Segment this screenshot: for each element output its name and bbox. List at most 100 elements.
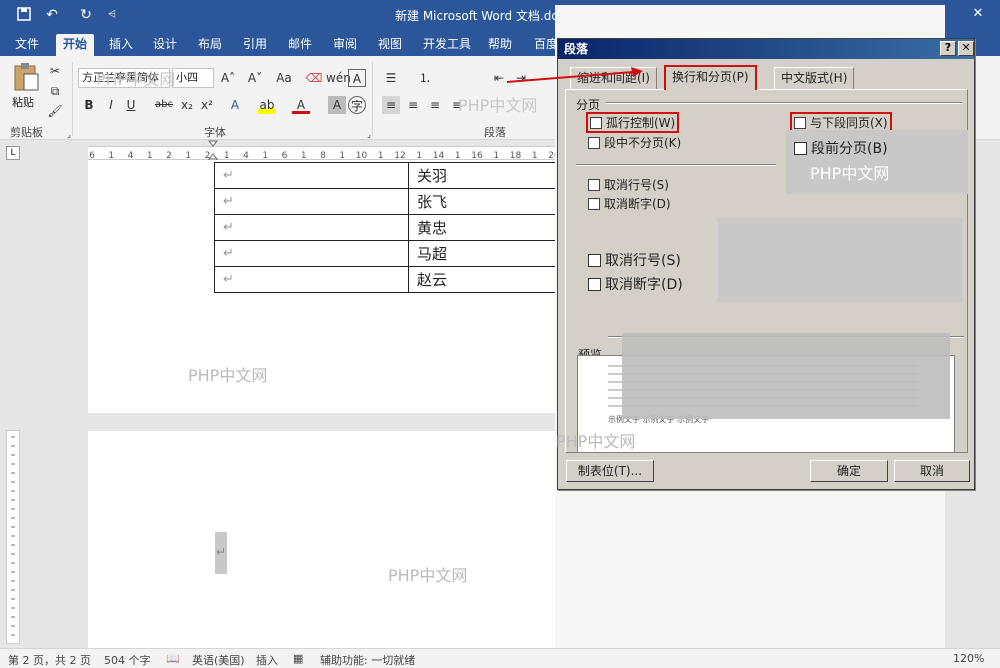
italic-button[interactable]: I bbox=[102, 96, 120, 114]
tab-references[interactable]: 引用 bbox=[236, 34, 274, 56]
page-count[interactable]: 第 2 页，共 2 页 bbox=[8, 652, 91, 668]
dont-hyphenate-label: 取消断字(D) bbox=[604, 197, 671, 211]
insert-mode[interactable]: 插入 bbox=[256, 652, 278, 668]
highlight-icon[interactable]: ab bbox=[258, 96, 276, 114]
dont-hyphenate-checkbox[interactable]: 取消断字(D) bbox=[588, 195, 671, 212]
align-center-icon[interactable]: ≡ bbox=[404, 96, 422, 114]
watermark-text: PHP中文网 bbox=[96, 70, 176, 89]
tab-layout[interactable]: 布局 bbox=[191, 34, 229, 56]
tab-design[interactable]: 设计 bbox=[146, 34, 184, 56]
keep-lines-together-checkbox[interactable]: 段中不分页(K) bbox=[588, 134, 681, 151]
table-cell-empty[interactable]: ↵ bbox=[214, 162, 409, 189]
format-painter-icon[interactable]: 🖌 bbox=[46, 102, 64, 120]
clear-format-icon[interactable]: ⌫ bbox=[305, 69, 323, 87]
table-cell-empty[interactable]: ↵ bbox=[214, 266, 409, 293]
font-launcher-icon[interactable]: ⌟ bbox=[360, 126, 378, 144]
clipboard-group-label: 剪贴板 bbox=[10, 126, 43, 139]
shrink-font-icon[interactable]: A˅ bbox=[246, 69, 264, 87]
suppress-line-numbers-checkbox[interactable]: 取消行号(S) bbox=[588, 176, 669, 193]
tab-mailings[interactable]: 邮件 bbox=[281, 34, 319, 56]
checkbox-box[interactable] bbox=[588, 277, 601, 291]
language-indicator[interactable]: 英语(美国) bbox=[192, 652, 245, 668]
paste-icon[interactable] bbox=[12, 62, 42, 96]
save-icon[interactable] bbox=[16, 7, 32, 23]
table-cell-name[interactable]: 张飞 bbox=[408, 188, 559, 215]
checkbox-box[interactable] bbox=[588, 253, 601, 267]
indent-marker-icon[interactable] bbox=[207, 140, 219, 163]
help-button[interactable]: ? bbox=[940, 41, 956, 56]
font-size-select[interactable]: 小四 bbox=[172, 68, 214, 88]
ok-button[interactable]: 确定 bbox=[810, 460, 888, 482]
dont-hyphenate-large-checkbox[interactable]: 取消断字(D) bbox=[588, 274, 683, 294]
clipboard-launcher-icon[interactable]: ⌟ bbox=[60, 126, 78, 144]
name-table[interactable]: ↵ 关羽 ↵ 张飞 ↵ 黄忠 ↵ 马超 ↵ 赵云 bbox=[214, 162, 559, 293]
horizontal-ruler[interactable]: 6141212141618110112114116118120 bbox=[88, 146, 560, 161]
underline-button[interactable]: U bbox=[122, 96, 140, 114]
char-shading-icon[interactable]: A bbox=[328, 96, 346, 114]
watermark-text: PHP中文网 bbox=[188, 366, 268, 385]
checkbox-box[interactable] bbox=[794, 141, 807, 155]
page-break-before-checkbox[interactable]: 段前分页(B) bbox=[794, 138, 888, 158]
word-count[interactable]: 504 个字 bbox=[104, 652, 151, 668]
suppress-line-numbers-large-label: 取消行号(S) bbox=[605, 253, 681, 269]
align-right-icon[interactable]: ≡ bbox=[426, 96, 444, 114]
zoom-level[interactable]: 120% bbox=[953, 652, 984, 665]
macro-icon[interactable]: ▦ bbox=[293, 652, 303, 665]
table-cell-empty[interactable]: ↵ bbox=[214, 214, 409, 241]
table-cell-empty[interactable]: ↵ bbox=[214, 188, 409, 215]
close-icon[interactable]: ✕ bbox=[958, 6, 998, 21]
tab-selector-icon[interactable]: L bbox=[6, 146, 20, 160]
suppress-line-numbers-large-checkbox[interactable]: 取消行号(S) bbox=[588, 250, 681, 270]
widow-control-checkbox[interactable]: 孤行控制(W) bbox=[586, 112, 680, 133]
table-cell-name[interactable]: 黄忠 bbox=[408, 214, 559, 241]
customize-icon[interactable]: ⩤ bbox=[104, 7, 120, 23]
dialog-close-button[interactable]: ✕ bbox=[958, 41, 974, 56]
superscript-button[interactable]: x² bbox=[198, 96, 216, 114]
page2-paragraph-mark[interactable]: ↵ bbox=[215, 532, 227, 574]
tab-insert[interactable]: 插入 bbox=[102, 34, 140, 56]
enclose-char-icon[interactable]: 字 bbox=[348, 96, 366, 114]
grow-font-icon[interactable]: A˄ bbox=[219, 69, 237, 87]
table-cell-empty[interactable]: ↵ bbox=[214, 240, 409, 267]
paste-button[interactable]: 粘贴 bbox=[12, 94, 34, 110]
tab-line-page-breaks[interactable]: 换行和分页(P) bbox=[664, 65, 757, 90]
checkbox-box[interactable] bbox=[588, 197, 600, 210]
checkbox-box[interactable] bbox=[588, 178, 600, 191]
document-page-2[interactable] bbox=[88, 431, 558, 649]
tab-home[interactable]: 开始 bbox=[56, 34, 95, 56]
tab-asian-typography[interactable]: 中文版式(H) bbox=[774, 67, 855, 89]
accessibility-status[interactable]: 辅助功能: 一切就绪 bbox=[320, 652, 415, 668]
strikethrough-button[interactable]: abc bbox=[152, 96, 176, 114]
table-row: ↵ 马超 bbox=[214, 240, 559, 267]
tab-file[interactable]: 文件 bbox=[8, 34, 46, 56]
bold-button[interactable]: B bbox=[80, 96, 98, 114]
numbering-icon[interactable]: ⒈ bbox=[416, 69, 434, 87]
checkbox-box[interactable] bbox=[588, 136, 600, 149]
checkbox-box[interactable] bbox=[590, 116, 602, 129]
phonetic-guide-icon[interactable]: wén bbox=[326, 69, 351, 87]
cancel-button[interactable]: 取消 bbox=[894, 460, 970, 482]
tab-help[interactable]: 帮助 bbox=[481, 34, 519, 56]
font-color-icon[interactable]: A bbox=[292, 96, 310, 114]
undo-icon[interactable]: ↶ bbox=[44, 7, 60, 23]
checkbox-box[interactable] bbox=[794, 116, 806, 129]
tab-developer[interactable]: 开发工具 bbox=[416, 34, 478, 56]
tab-review[interactable]: 审阅 bbox=[326, 34, 364, 56]
annotation-arrow-icon bbox=[506, 67, 643, 83]
tabs-button[interactable]: 制表位(T)... bbox=[566, 460, 654, 482]
table-cell-name[interactable]: 赵云 bbox=[408, 266, 559, 293]
cut-icon[interactable]: ✂ bbox=[46, 62, 64, 80]
char-border-icon[interactable]: A bbox=[348, 69, 366, 87]
change-case-icon[interactable]: Aa bbox=[275, 69, 293, 87]
align-left-icon[interactable]: ≡ bbox=[382, 96, 400, 114]
vertical-ruler[interactable] bbox=[6, 430, 20, 645]
text-effects-icon[interactable]: A bbox=[226, 96, 244, 114]
proofing-icon[interactable]: 📖 bbox=[166, 652, 180, 665]
bullets-icon[interactable]: ☰ bbox=[382, 69, 400, 87]
table-cell-name[interactable]: 马超 bbox=[408, 240, 559, 267]
tab-view[interactable]: 视图 bbox=[371, 34, 409, 56]
copy-icon[interactable]: ⧉ bbox=[46, 82, 64, 100]
redo-icon[interactable]: ↻ bbox=[78, 7, 94, 23]
table-cell-name[interactable]: 关羽 bbox=[408, 162, 559, 189]
subscript-button[interactable]: x₂ bbox=[178, 96, 196, 114]
